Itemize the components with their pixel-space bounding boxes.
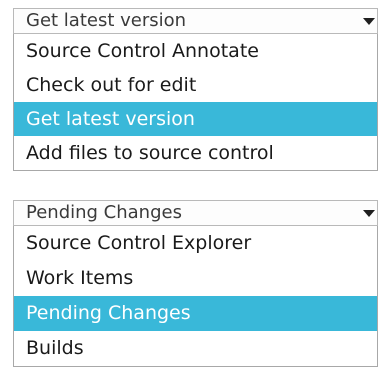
combobox-selected-value: Get latest version [26, 10, 187, 31]
list-item-check-out-for-edit[interactable]: Check out for edit [14, 68, 377, 102]
list-item-source-control-explorer[interactable]: Source Control Explorer [14, 226, 377, 261]
list-item-pending-changes[interactable]: Pending Changes [14, 296, 377, 331]
page-dropdown-list: Source Control Explorer Work Items Pendi… [13, 226, 378, 367]
page-combobox[interactable]: Pending Changes [13, 200, 378, 226]
action-dropdown-list: Source Control Annotate Check out for ed… [13, 34, 378, 171]
action-combobox[interactable]: Get latest version [13, 8, 378, 34]
list-item-work-items[interactable]: Work Items [14, 261, 377, 296]
list-item-builds[interactable]: Builds [14, 331, 377, 366]
team-explorer-page-dropdown: Pending Changes Source Control Explorer … [13, 200, 378, 367]
list-item-get-latest-version[interactable]: Get latest version [14, 102, 377, 136]
list-item-source-control-annotate[interactable]: Source Control Annotate [14, 34, 377, 68]
source-control-action-dropdown: Get latest version Source Control Annota… [13, 8, 378, 171]
combobox-selected-value: Pending Changes [26, 202, 182, 223]
list-item-add-files-to-source-control[interactable]: Add files to source control [14, 136, 377, 170]
page: Get latest version Source Control Annota… [0, 0, 378, 369]
chevron-down-icon[interactable] [353, 9, 377, 33]
chevron-down-icon[interactable] [353, 201, 377, 225]
